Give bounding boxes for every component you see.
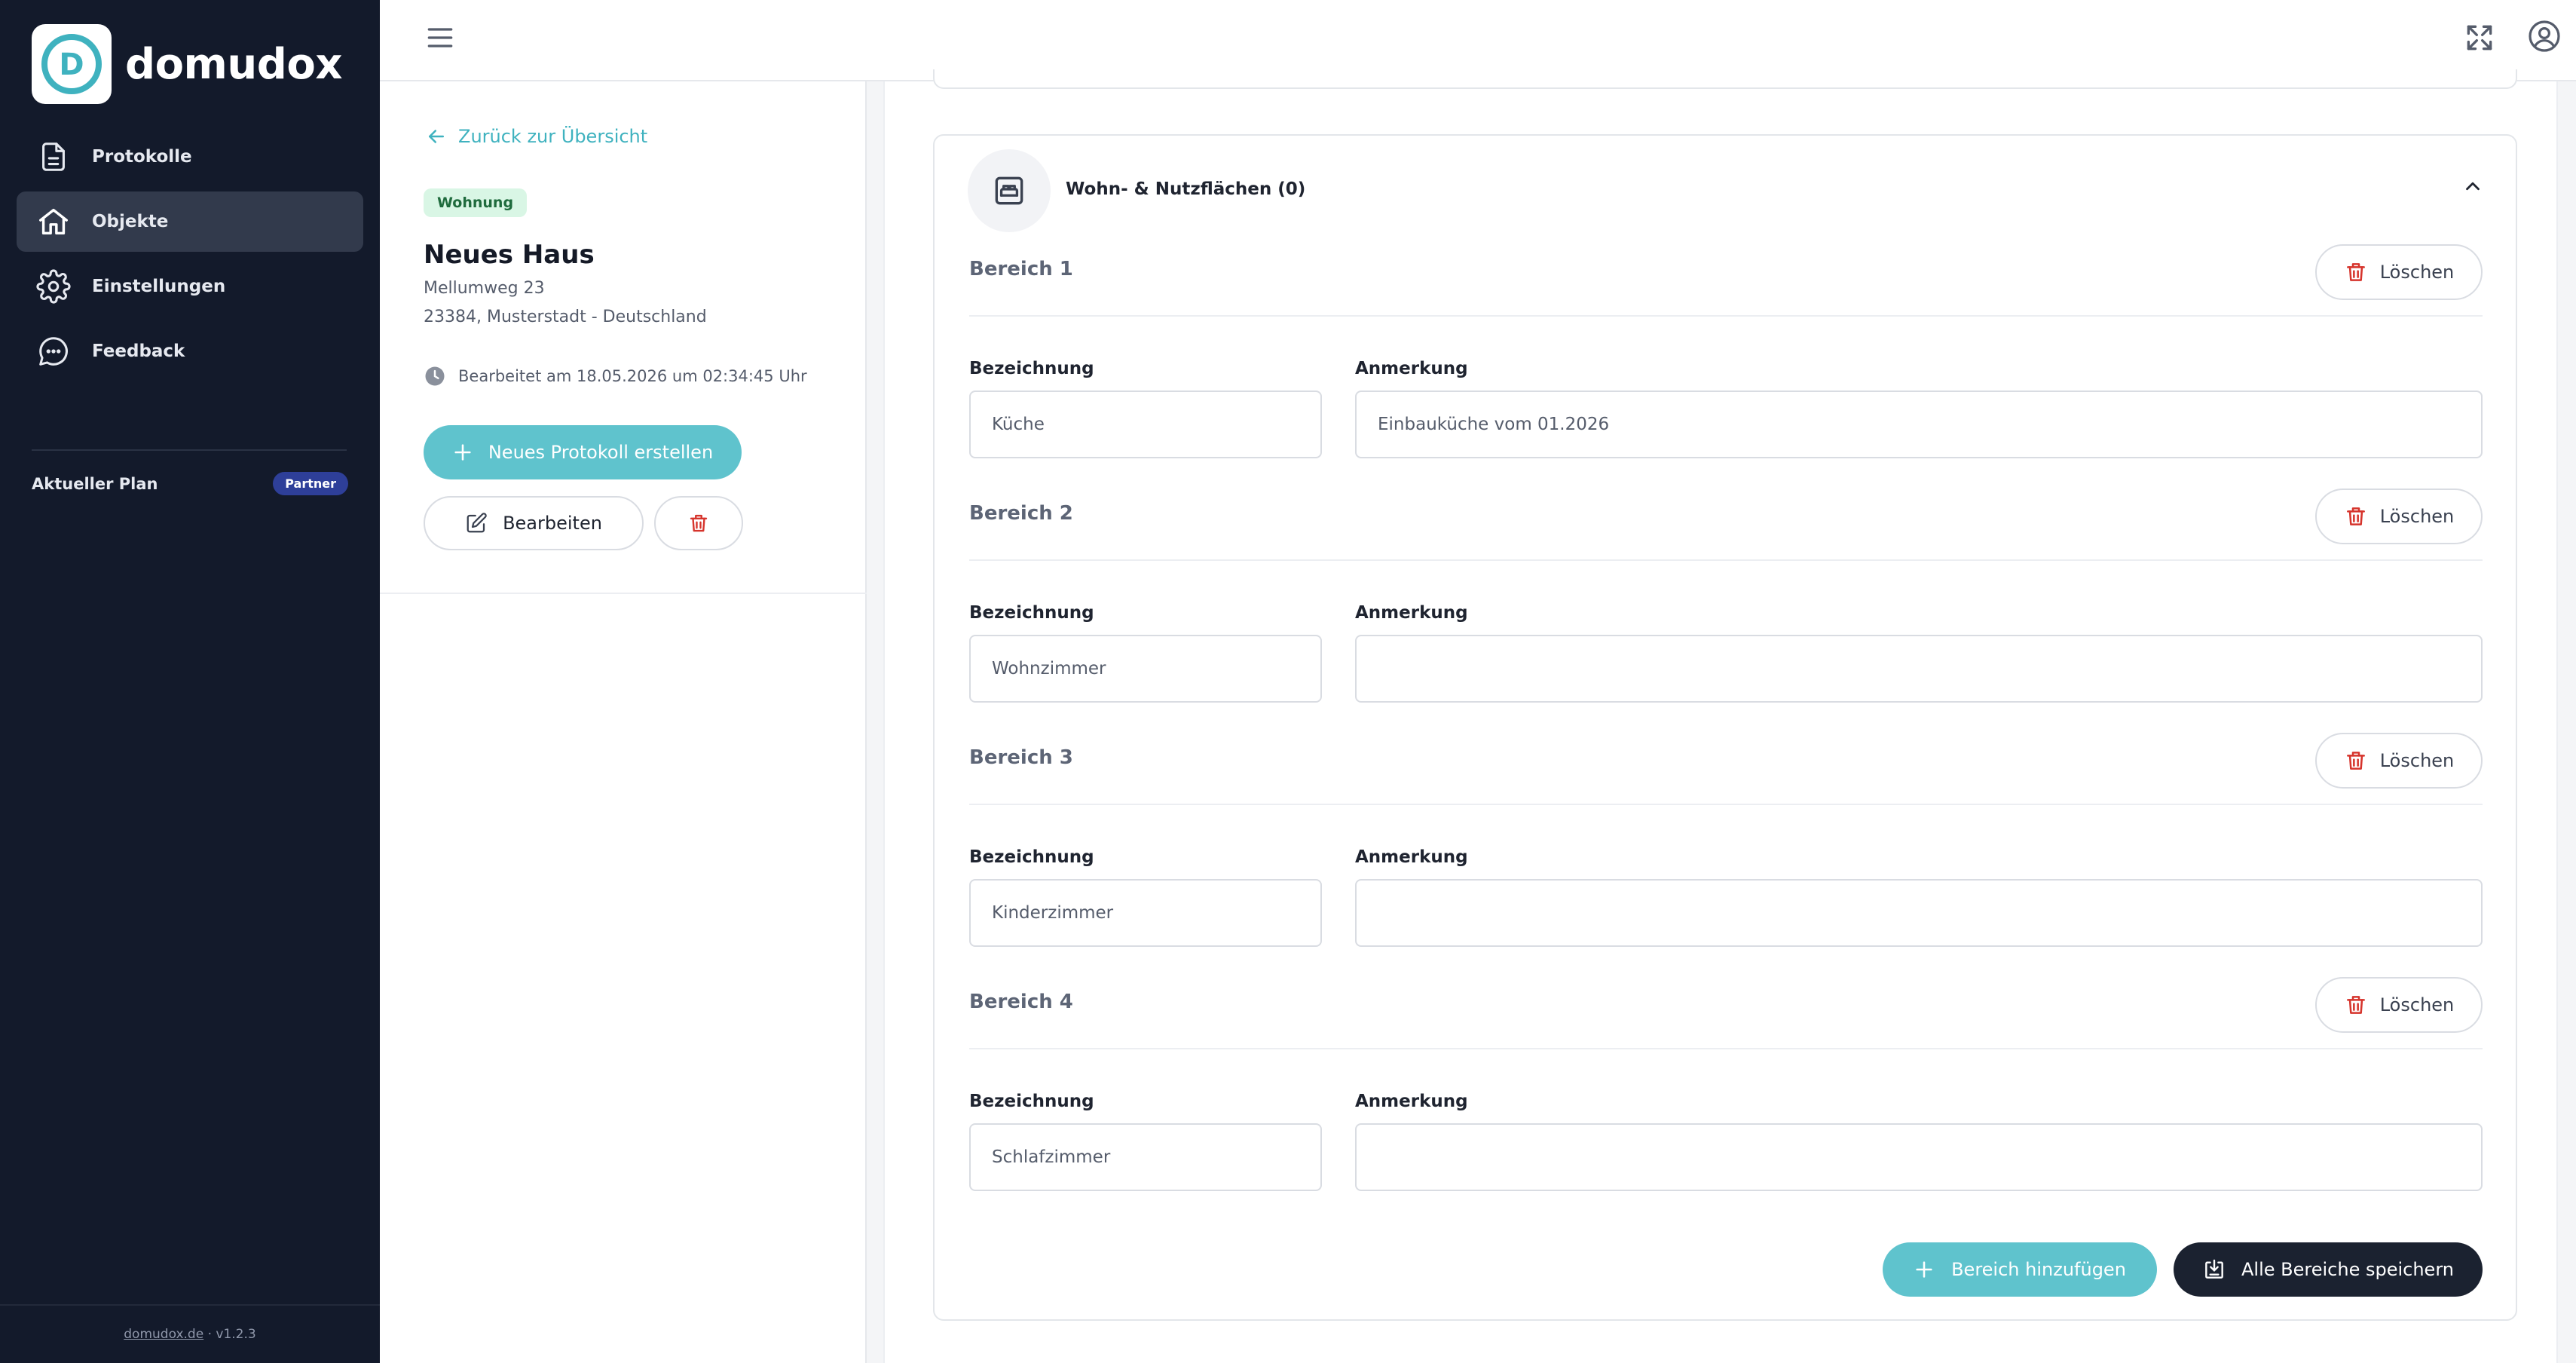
area-title-2: Bereich 2: [969, 502, 1073, 525]
previous-section-card: [933, 69, 2517, 89]
edit-icon: [467, 513, 487, 533]
area-1-name-input[interactable]: [969, 391, 1322, 458]
object-type-badge: Wohnung: [424, 188, 528, 217]
object-city: 23384, Musterstadt - Deutschland: [424, 308, 707, 326]
delete-label: Löschen: [2379, 262, 2455, 283]
name-label: Bezeichnung: [969, 359, 1094, 378]
area-4-note-input[interactable]: [1355, 1123, 2483, 1191]
sidebar: D domudox Protokolle Objekte Einstellung…: [0, 0, 380, 1363]
area-3-name-input[interactable]: [969, 879, 1322, 947]
object-detail-panel: [380, 81, 867, 1363]
sidebar-item-label: Einstellungen: [92, 277, 226, 296]
sidebar-item-label: Objekte: [92, 212, 169, 231]
plus-icon: [454, 444, 471, 461]
trash-icon: [2346, 263, 2365, 281]
trash-icon: [690, 514, 708, 532]
area-divider: [969, 804, 2483, 805]
new-protocol-label: Neues Protokoll erstellen: [488, 442, 714, 463]
save-download-icon: [2205, 1259, 2223, 1279]
save-all-label: Alle Bereiche speichern: [2241, 1259, 2454, 1280]
footer-link[interactable]: domudox.de: [124, 1327, 203, 1342]
plus-icon: [1916, 1261, 1932, 1278]
brand-logo: D: [32, 24, 112, 104]
area-2-note-input[interactable]: [1355, 635, 2483, 703]
add-area-label: Bereich hinzufügen: [1951, 1259, 2126, 1280]
area-title-4: Bereich 4: [969, 991, 1073, 1013]
last-edited: Bearbeitet am 18.05.2026 um 02:34:45 Uhr: [424, 365, 807, 387]
delete-area-3-button[interactable]: Löschen: [2315, 733, 2483, 789]
sidebar-item-feedback[interactable]: Feedback: [17, 321, 363, 381]
name-label: Bezeichnung: [969, 847, 1094, 867]
area-divider: [969, 559, 2483, 561]
object-title: Neues Haus: [424, 240, 595, 270]
bed-icon: [995, 176, 1023, 205]
delete-area-2-button[interactable]: Löschen: [2315, 489, 2483, 544]
document-icon: [42, 142, 65, 171]
back-link-label: Zurück zur Übersicht: [458, 126, 648, 147]
area-1-note-input[interactable]: [1355, 391, 2483, 458]
chevron-up-icon[interactable]: [2461, 175, 2484, 198]
name-label: Bezeichnung: [969, 1092, 1094, 1111]
add-area-button[interactable]: Bereich hinzufügen: [1883, 1242, 2157, 1297]
note-label: Anmerkung: [1355, 847, 1468, 867]
gear-icon: [36, 269, 71, 304]
note-label: Anmerkung: [1355, 1092, 1468, 1111]
sidebar-item-label: Protokolle: [92, 147, 192, 167]
sidebar-item-objekte[interactable]: Objekte: [17, 191, 363, 252]
delete-object-button[interactable]: [654, 496, 743, 550]
delete-area-4-button[interactable]: Löschen: [2315, 977, 2483, 1033]
last-edited-text: Bearbeitet am 18.05.2026 um 02:34:45 Uhr: [458, 367, 807, 385]
trash-icon: [2346, 507, 2365, 525]
section-icon-circle: [968, 149, 1051, 232]
footer-divider: [0, 1304, 380, 1306]
plan-label: Aktueller Plan: [32, 474, 158, 493]
area-divider: [969, 315, 2483, 317]
home-icon: [39, 208, 68, 235]
area-divider: [969, 1048, 2483, 1049]
trash-icon: [2346, 996, 2365, 1014]
area-3-note-input[interactable]: [1355, 879, 2483, 947]
arrow-left-icon: [429, 130, 444, 143]
area-title-3: Bereich 3: [969, 746, 1073, 769]
current-plan: Aktueller Plan Partner: [32, 472, 348, 495]
sidebar-item-label: Feedback: [92, 342, 185, 361]
area-4-name-input[interactable]: [969, 1123, 1322, 1191]
delete-label: Löschen: [2379, 994, 2455, 1015]
sidebar-footer: domudox.de · v1.2.3: [0, 1327, 380, 1342]
save-all-areas-button[interactable]: Alle Bereiche speichern: [2174, 1242, 2483, 1297]
version-label: v1.2.3: [216, 1327, 256, 1342]
new-protocol-button[interactable]: Neues Protokoll erstellen: [424, 425, 742, 479]
footer-separator: ·: [207, 1327, 212, 1342]
logo-letter: D: [59, 47, 84, 82]
detail-divider: [380, 593, 867, 594]
plan-badge: Partner: [273, 472, 348, 495]
sidebar-nav: Protokolle Objekte Einstellungen Feedbac…: [17, 127, 363, 386]
sidebar-item-protokolle[interactable]: Protokolle: [17, 127, 363, 187]
chat-bubble-icon: [39, 337, 68, 366]
delete-label: Löschen: [2379, 506, 2455, 527]
area-2-name-input[interactable]: [969, 635, 1322, 703]
delete-area-1-button[interactable]: Löschen: [2315, 244, 2483, 300]
brand[interactable]: D domudox: [32, 24, 342, 104]
note-label: Anmerkung: [1355, 603, 1468, 623]
object-street: Mellumweg 23: [424, 279, 545, 298]
expand-icon[interactable]: [2463, 21, 2496, 54]
brand-name: domudox: [125, 39, 342, 89]
logo-icon: D: [41, 34, 102, 94]
name-label: Bezeichnung: [969, 603, 1094, 623]
note-label: Anmerkung: [1355, 359, 1468, 378]
edit-label: Bearbeiten: [503, 513, 602, 534]
trash-icon: [2346, 752, 2365, 770]
hamburger-icon[interactable]: [424, 21, 457, 54]
delete-label: Löschen: [2379, 750, 2455, 771]
user-circle-icon[interactable]: [2526, 18, 2562, 54]
sidebar-item-einstellungen[interactable]: Einstellungen: [17, 256, 363, 317]
area-title-1: Bereich 1: [969, 258, 1073, 280]
back-to-overview-link[interactable]: Zurück zur Übersicht: [425, 125, 647, 148]
clock-icon: [425, 366, 445, 386]
sidebar-divider: [32, 449, 347, 451]
section-title: Wohn- & Nutzflächen (0): [1066, 179, 1306, 199]
edit-object-button[interactable]: Bearbeiten: [424, 496, 644, 550]
